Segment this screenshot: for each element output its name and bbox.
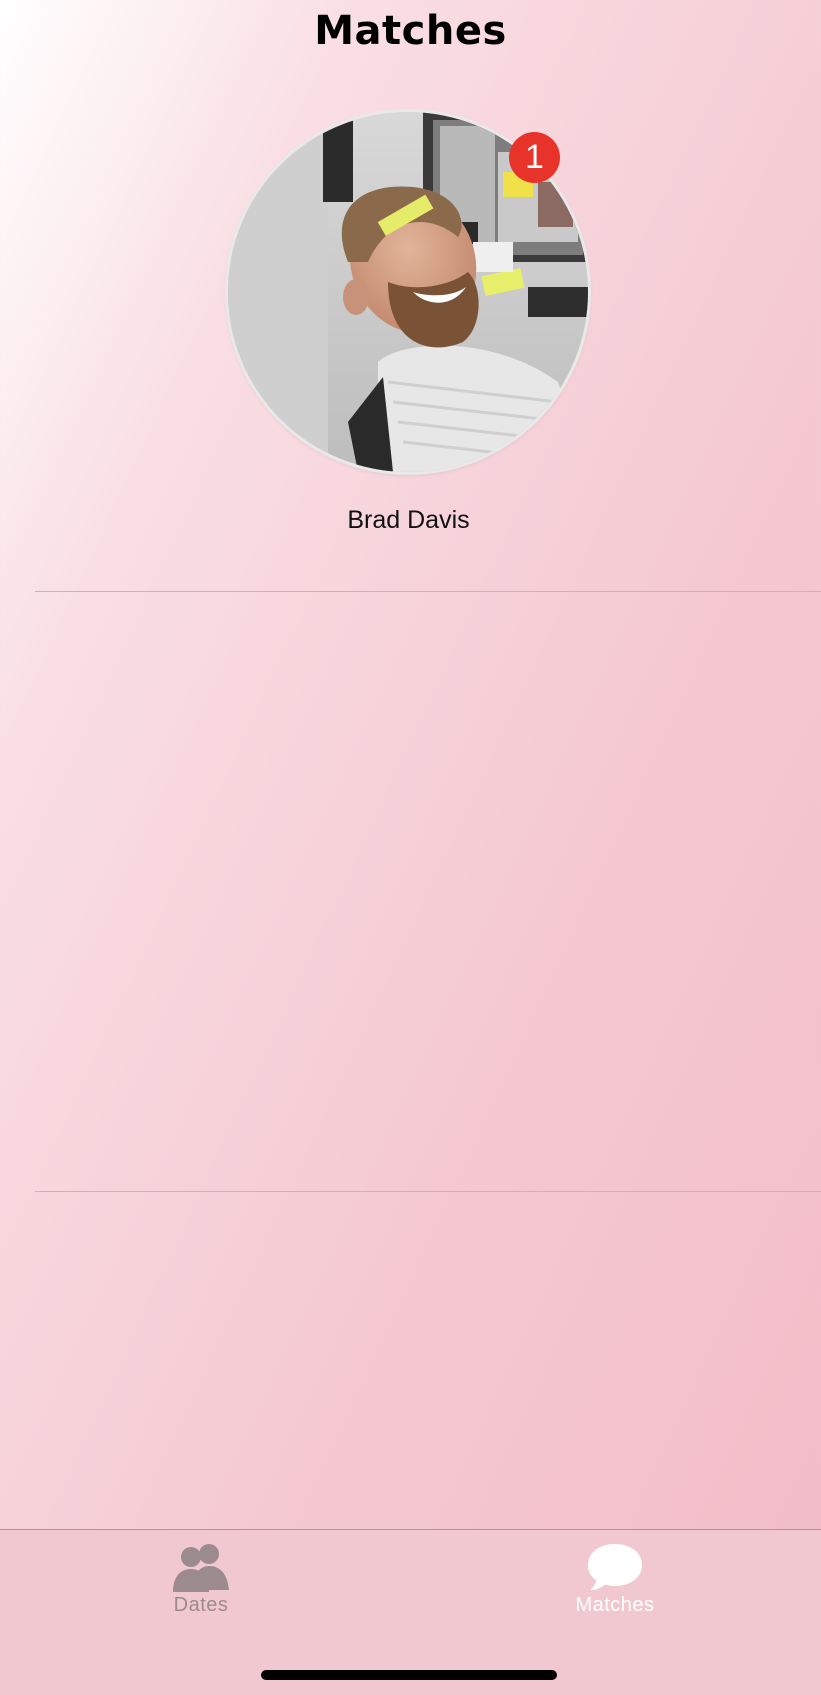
tab-dates[interactable]: Dates bbox=[101, 1542, 301, 1617]
tab-dates-label: Dates bbox=[173, 1594, 229, 1616]
divider bbox=[35, 591, 821, 592]
chat-bubble-icon bbox=[588, 1544, 642, 1591]
tab-matches-label: Matches bbox=[575, 1594, 655, 1616]
divider bbox=[35, 1191, 821, 1192]
match-name: Brad Davis bbox=[347, 506, 470, 534]
match-item[interactable]: 1 Brad Davis bbox=[0, 110, 821, 590]
unread-badge: 1 bbox=[509, 132, 560, 183]
home-indicator[interactable] bbox=[261, 1670, 557, 1680]
page-title: Matches bbox=[314, 8, 507, 54]
two-people-icon bbox=[173, 1544, 229, 1592]
tab-matches[interactable]: Matches bbox=[515, 1542, 715, 1617]
